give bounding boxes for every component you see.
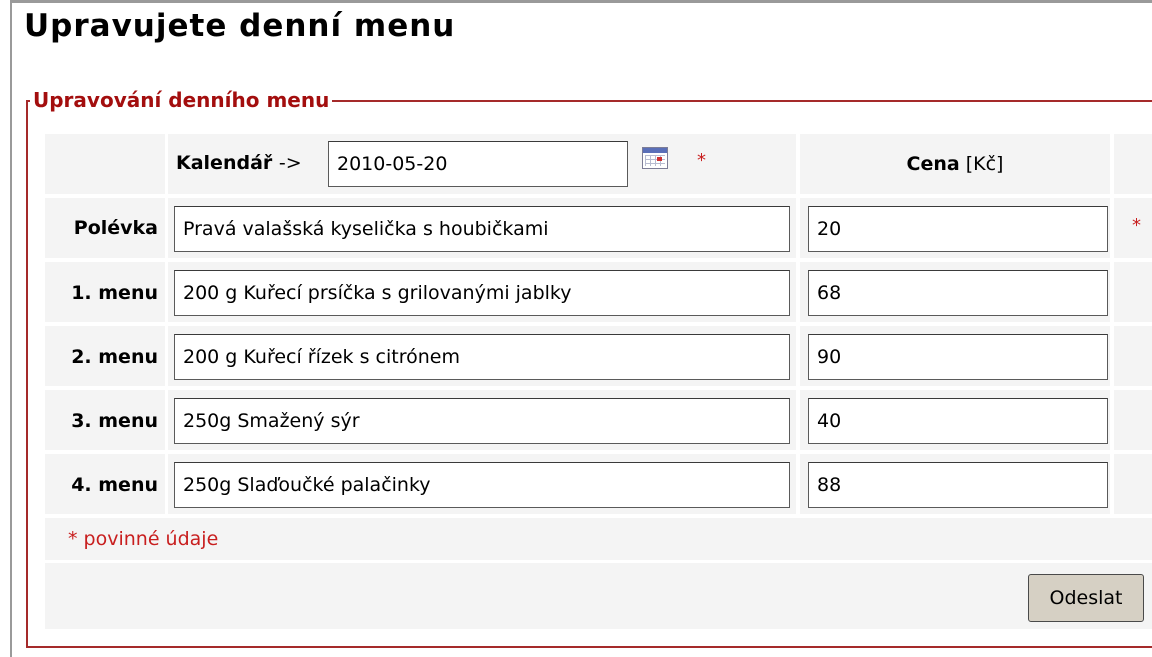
row-label-menu-1: 1. menu — [71, 282, 158, 304]
soup-dish-input[interactable] — [174, 206, 790, 252]
calendar-date-input[interactable] — [328, 141, 628, 187]
price-header-unit: [Kč] — [965, 153, 1004, 175]
row-extra-cell — [1114, 262, 1152, 322]
submit-row-cell — [45, 563, 1152, 629]
soup-required-mark: * — [1132, 215, 1141, 236]
row-extra-cell — [1114, 390, 1152, 450]
header-extra-cell — [1114, 134, 1152, 194]
page-title: Upravujete denní menu — [24, 8, 456, 44]
submit-button[interactable]: Odeslat — [1028, 574, 1144, 622]
row-extra-cell — [1114, 326, 1152, 386]
menu-1-price-input[interactable] — [808, 270, 1108, 316]
menu-2-price-input[interactable] — [808, 334, 1108, 380]
soup-price-input[interactable] — [808, 206, 1108, 252]
price-header-label: Cena — [906, 153, 960, 175]
menu-4-dish-input[interactable] — [174, 462, 790, 508]
header-empty-cell — [45, 134, 165, 194]
price-header: Cena [Kč] — [800, 134, 1110, 194]
row-label-menu-3: 3. menu — [71, 410, 158, 432]
menu-2-dish-input[interactable] — [174, 334, 790, 380]
row-label-menu-2: 2. menu — [71, 346, 158, 368]
menu-4-price-input[interactable] — [808, 462, 1108, 508]
row-label-polevka: Polévka — [73, 217, 158, 239]
calendar-arrow: -> — [278, 152, 302, 174]
menu-3-price-input[interactable] — [808, 398, 1108, 444]
calendar-required-mark: * — [697, 150, 706, 171]
calendar-label: Kalendář -> — [176, 152, 302, 174]
fieldset-legend-text: Upravování denního menu — [30, 88, 333, 112]
row-label-menu-4: 4. menu — [71, 474, 158, 496]
calendar-icon[interactable] — [642, 147, 668, 169]
window-top-border — [0, 0, 1152, 3]
row-extra-cell — [1114, 454, 1152, 514]
window-left-border — [0, 0, 12, 657]
menu-3-dish-input[interactable] — [174, 398, 790, 444]
required-fields-note: * povinné údaje — [68, 528, 219, 550]
menu-1-dish-input[interactable] — [174, 270, 790, 316]
